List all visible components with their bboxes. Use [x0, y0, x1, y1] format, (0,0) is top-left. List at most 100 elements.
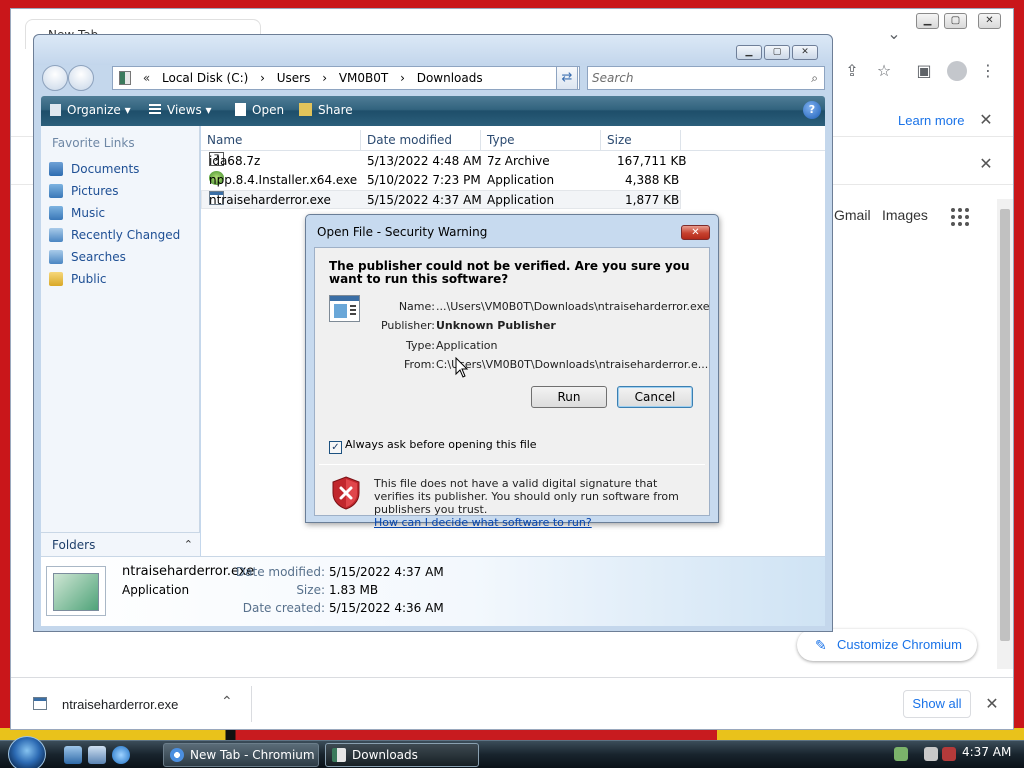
images-link[interactable]: Images	[882, 207, 928, 223]
downloads-bar-close-icon[interactable]: ✕	[979, 691, 1005, 717]
show-all-button[interactable]: Show all	[903, 690, 971, 718]
search-icon: ⌕	[811, 71, 818, 85]
type-value: Application	[436, 339, 498, 352]
file-row-selected[interactable]: ntraiseharderror.exe 5/15/2022 4:37 AM A…	[201, 190, 681, 209]
organize-button[interactable]: Organize ▾	[50, 103, 131, 117]
share-icon[interactable]: ⇪	[839, 58, 865, 84]
favorite-music[interactable]: Music	[49, 204, 105, 224]
run-button[interactable]: Run	[531, 386, 607, 408]
column-date-modified[interactable]: Date modified	[361, 130, 481, 151]
download-item[interactable]: ntraiseharderror.exe ⌃	[33, 693, 253, 717]
explorer-icon	[332, 748, 346, 762]
learn-more-link[interactable]: Learn more	[898, 113, 964, 128]
customize-chromium-button[interactable]: ✎ Customize Chromium	[797, 629, 977, 661]
pencil-icon: ✎	[815, 637, 827, 653]
tab-search-chevron-icon[interactable]: ⌄	[881, 21, 907, 47]
breadcrumb-downloads[interactable]: Downloads	[417, 71, 483, 85]
type-label: Type:	[406, 339, 435, 352]
second-info-bar-close-icon[interactable]: ✕	[973, 151, 999, 177]
divider	[319, 464, 705, 465]
side-panel-icon[interactable]: ▣	[911, 58, 937, 84]
taskbar-chromium[interactable]: New Tab - Chromium	[163, 743, 319, 767]
security-warning-dialog: Open File - Security Warning ✕ The publi…	[305, 214, 719, 529]
chevron-up-icon[interactable]: ⌃	[221, 693, 233, 710]
help-icon[interactable]: ?	[803, 101, 821, 119]
downloads-bar: ntraiseharderror.exe ⌃ Show all ✕	[11, 677, 1013, 729]
folders-toggle[interactable]: Folders ⌃	[41, 532, 200, 556]
favorite-documents[interactable]: Documents	[49, 160, 139, 180]
open-button[interactable]: Open	[235, 103, 284, 117]
navigation-pane: Favorite Links Documents Pictures Music …	[41, 126, 200, 556]
volume-muted-icon[interactable]	[942, 747, 956, 761]
refresh-button[interactable]: ⇄	[556, 66, 578, 90]
chromium-scrollbar[interactable]	[997, 199, 1013, 669]
favorite-searches[interactable]: Searches	[49, 248, 126, 268]
divider	[251, 686, 252, 722]
action-center-icon[interactable]	[924, 747, 938, 761]
help-link[interactable]: How can I decide what software to run?	[374, 516, 592, 529]
publisher-label: Publisher:	[380, 319, 435, 332]
breadcrumb-separator-icon: «	[142, 71, 151, 85]
gmail-link[interactable]: Gmail	[834, 207, 871, 223]
views-button[interactable]: Views ▾	[149, 103, 212, 117]
switch-windows-icon[interactable]	[88, 746, 106, 764]
info-bar-close-icon[interactable]: ✕	[973, 107, 999, 133]
maximize-button[interactable]: ▢	[764, 45, 790, 60]
file-row[interactable]: npp.8.4.Installer.x64.exe 5/10/2022 7:23…	[201, 171, 681, 190]
publisher-value: Unknown Publisher	[436, 319, 556, 332]
name-label: Name:	[398, 300, 435, 313]
apps-grid-icon[interactable]	[951, 208, 969, 226]
bookmark-star-icon[interactable]: ☆	[871, 58, 897, 84]
minimize-button[interactable]: ▁	[736, 45, 762, 60]
organize-icon	[50, 104, 61, 116]
column-name[interactable]: Name	[201, 130, 361, 151]
start-button[interactable]	[8, 736, 46, 768]
search-input[interactable]: Search ⌕	[587, 66, 825, 90]
maximize-button[interactable]: ▢	[944, 13, 967, 29]
cancel-button[interactable]: Cancel	[617, 386, 693, 408]
network-icon[interactable]	[894, 747, 908, 761]
column-size[interactable]: Size	[601, 130, 681, 151]
column-type[interactable]: Type	[481, 130, 601, 151]
file-row[interactable]: 7 ida68.7z 5/13/2022 4:48 AM 7z Archive 1…	[201, 152, 687, 171]
show-desktop-icon[interactable]	[64, 746, 82, 764]
details-pane: ntraiseharderror.exe Application Date mo…	[41, 556, 825, 626]
dialog-close-button[interactable]: ✕	[681, 225, 710, 240]
breadcrumb-chevron-icon[interactable]: ›	[400, 71, 405, 85]
favorite-public[interactable]: Public	[49, 270, 107, 290]
from-label: From:	[404, 358, 435, 371]
file-thumbnail	[46, 566, 106, 616]
forward-button[interactable]	[68, 65, 94, 91]
favorite-recently-changed[interactable]: Recently Changed	[49, 226, 180, 246]
clock[interactable]: 4:37 AM	[962, 745, 1011, 759]
date-modified-label: Date modified:	[235, 565, 325, 579]
favorite-pictures[interactable]: Pictures	[49, 182, 119, 202]
warning-text: This file does not have a valid digital …	[374, 477, 679, 529]
chevron-up-icon: ⌃	[183, 538, 193, 551]
favorite-links-heading: Favorite Links	[52, 136, 135, 150]
share-button[interactable]: Share	[299, 103, 353, 117]
date-created-value: 5/15/2022 4:36 AM	[329, 601, 444, 615]
close-button[interactable]: ✕	[978, 13, 1001, 29]
breadcrumb-users[interactable]: Users	[277, 71, 311, 85]
dialog-title[interactable]: Open File - Security Warning	[306, 215, 718, 247]
checkmark-icon: ✓	[329, 441, 342, 454]
size-value: 1.83 MB	[329, 583, 379, 597]
menu-kebab-icon[interactable]: ⋮	[975, 58, 1001, 84]
explorer-titlebar[interactable]	[34, 35, 832, 65]
always-ask-checkbox[interactable]: ✓ Always ask before opening this file	[329, 438, 537, 454]
views-icon	[149, 104, 161, 116]
taskbar-downloads[interactable]: Downloads	[325, 743, 479, 767]
dialog-question: The publisher could not be verified. Are…	[329, 259, 690, 286]
computer-icon	[119, 71, 131, 85]
address-bar[interactable]: « Local Disk (C:) › Users › VM0B0T › Dow…	[112, 66, 580, 90]
back-button[interactable]	[42, 65, 68, 91]
profile-avatar-icon[interactable]	[947, 61, 967, 81]
breadcrumb-local-disk[interactable]: Local Disk (C:)	[162, 71, 248, 85]
internet-explorer-icon[interactable]	[112, 746, 130, 764]
minimize-button[interactable]: ▁	[916, 13, 939, 29]
breadcrumb-chevron-icon[interactable]: ›	[322, 71, 327, 85]
close-button[interactable]: ✕	[792, 45, 818, 60]
breadcrumb-user[interactable]: VM0B0T	[339, 71, 388, 85]
breadcrumb-chevron-icon[interactable]: ›	[260, 71, 265, 85]
